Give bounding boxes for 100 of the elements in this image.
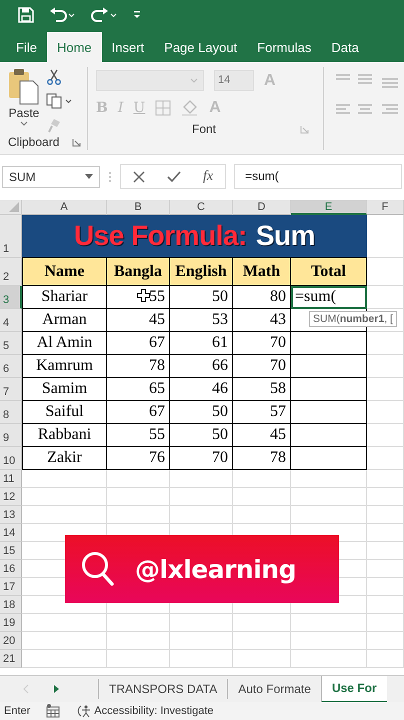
select-all-icon[interactable] xyxy=(9,202,19,212)
row-header[interactable]: 4 xyxy=(0,309,22,332)
undo-icon[interactable] xyxy=(48,7,76,23)
empty-cell[interactable] xyxy=(367,332,404,355)
scroll-left-icon[interactable] xyxy=(22,684,30,694)
empty-cell[interactable] xyxy=(367,542,404,560)
ribbon-tab[interactable]: Page Layout xyxy=(154,32,248,62)
row-header[interactable]: 16 xyxy=(0,560,22,578)
empty-cell[interactable] xyxy=(170,506,233,524)
empty-cell[interactable] xyxy=(367,650,404,668)
customize-icon[interactable] xyxy=(132,9,142,21)
fill-bucket-icon[interactable] xyxy=(181,98,200,116)
table-cell[interactable] xyxy=(291,401,367,424)
cut-icon[interactable] xyxy=(46,69,62,85)
empty-cell[interactable] xyxy=(107,614,170,632)
table-cell[interactable] xyxy=(291,378,367,401)
insert-function-button[interactable]: fx xyxy=(203,168,214,184)
column-header[interactable]: B xyxy=(107,200,170,215)
empty-cell[interactable] xyxy=(367,401,404,424)
empty-cell[interactable] xyxy=(233,506,291,524)
empty-cell[interactable] xyxy=(291,506,367,524)
empty-cell[interactable] xyxy=(367,424,404,447)
name-box[interactable]: SUM xyxy=(2,166,100,188)
empty-cell[interactable] xyxy=(170,470,233,488)
dialog-launcher-icon[interactable] xyxy=(300,124,309,134)
row-header[interactable]: 5 xyxy=(0,332,22,355)
empty-cell[interactable] xyxy=(170,488,233,506)
table-cell[interactable]: =sum( xyxy=(291,286,367,309)
row-header[interactable]: 9 xyxy=(0,424,22,447)
accessibility-status[interactable]: Accessibility: Investigate xyxy=(76,704,214,718)
empty-cell[interactable] xyxy=(233,650,291,668)
column-header[interactable]: D xyxy=(233,200,291,215)
row-header[interactable]: 2 xyxy=(0,258,22,286)
ribbon-tab[interactable]: Formulas xyxy=(247,32,322,62)
row-header[interactable]: 8 xyxy=(0,401,22,424)
row-header[interactable]: 14 xyxy=(0,524,22,542)
row-header[interactable]: 21 xyxy=(0,650,22,668)
table-cell[interactable] xyxy=(291,424,367,447)
font-name-field[interactable] xyxy=(96,70,204,91)
table-cell[interactable] xyxy=(291,332,367,355)
copy-icon[interactable] xyxy=(46,93,72,109)
empty-cell[interactable] xyxy=(170,650,233,668)
empty-cell[interactable] xyxy=(107,506,170,524)
row-header[interactable]: 15 xyxy=(0,542,22,560)
empty-cell[interactable] xyxy=(291,650,367,668)
row-header[interactable]: 18 xyxy=(0,596,22,614)
empty-cell[interactable] xyxy=(367,470,404,488)
sheet-tab[interactable]: TRANSPORS DATA xyxy=(98,679,228,699)
empty-cell[interactable] xyxy=(367,378,404,401)
scroll-right-icon[interactable] xyxy=(52,684,60,694)
empty-cell[interactable] xyxy=(170,614,233,632)
empty-cell[interactable] xyxy=(170,632,233,650)
row-header[interactable]: 6 xyxy=(0,355,22,378)
empty-cell[interactable] xyxy=(107,632,170,650)
empty-cell[interactable] xyxy=(107,650,170,668)
table-cell[interactable] xyxy=(291,447,367,470)
empty-cell[interactable] xyxy=(367,632,404,650)
dialog-launcher-icon[interactable] xyxy=(72,138,81,146)
empty-cell[interactable] xyxy=(233,614,291,632)
paste-button[interactable]: Paste xyxy=(8,67,40,134)
empty-cell[interactable] xyxy=(291,632,367,650)
row-header[interactable]: 20 xyxy=(0,632,22,650)
column-header[interactable]: F xyxy=(367,200,404,215)
cancel-icon[interactable] xyxy=(133,170,145,182)
empty-cell[interactable] xyxy=(367,488,404,506)
row-header[interactable]: 7 xyxy=(0,378,22,401)
ribbon-tab[interactable]: File xyxy=(6,32,47,62)
formula-input[interactable]: =sum( xyxy=(234,164,402,189)
empty-cell[interactable] xyxy=(291,614,367,632)
ribbon-tab[interactable]: Home xyxy=(46,32,102,62)
ribbon-tab[interactable]: Insert xyxy=(102,32,154,62)
empty-cell[interactable] xyxy=(233,470,291,488)
empty-cell[interactable] xyxy=(367,578,404,596)
redo-icon[interactable] xyxy=(90,7,118,23)
column-header[interactable]: A xyxy=(22,200,107,215)
empty-cell[interactable] xyxy=(367,286,404,309)
empty-cell[interactable] xyxy=(291,488,367,506)
empty-cell[interactable] xyxy=(367,596,404,614)
row-header[interactable]: 12 xyxy=(0,488,22,506)
empty-cell[interactable] xyxy=(291,470,367,488)
empty-cell[interactable] xyxy=(367,560,404,578)
empty-cell[interactable] xyxy=(367,614,404,632)
row-header[interactable]: 1 xyxy=(0,215,22,258)
macro-icon[interactable] xyxy=(46,704,60,718)
row-header[interactable]: 3 xyxy=(0,286,22,309)
column-header[interactable]: C xyxy=(170,200,233,215)
empty-cell[interactable] xyxy=(107,470,170,488)
font-size-field[interactable]: 14 xyxy=(214,70,254,91)
table-cell[interactable] xyxy=(291,355,367,378)
sheet-tab[interactable]: Use For xyxy=(320,676,387,702)
format-painter-icon[interactable] xyxy=(46,117,62,133)
empty-cell[interactable] xyxy=(107,488,170,506)
row-header[interactable]: 19 xyxy=(0,614,22,632)
row-header[interactable]: 10 xyxy=(0,447,22,470)
check-icon[interactable] xyxy=(167,170,181,182)
empty-cell[interactable] xyxy=(233,632,291,650)
borders-icon[interactable] xyxy=(155,100,172,116)
row-header[interactable]: 13 xyxy=(0,506,22,524)
save-icon[interactable] xyxy=(18,7,34,23)
column-header[interactable]: E xyxy=(291,200,367,215)
